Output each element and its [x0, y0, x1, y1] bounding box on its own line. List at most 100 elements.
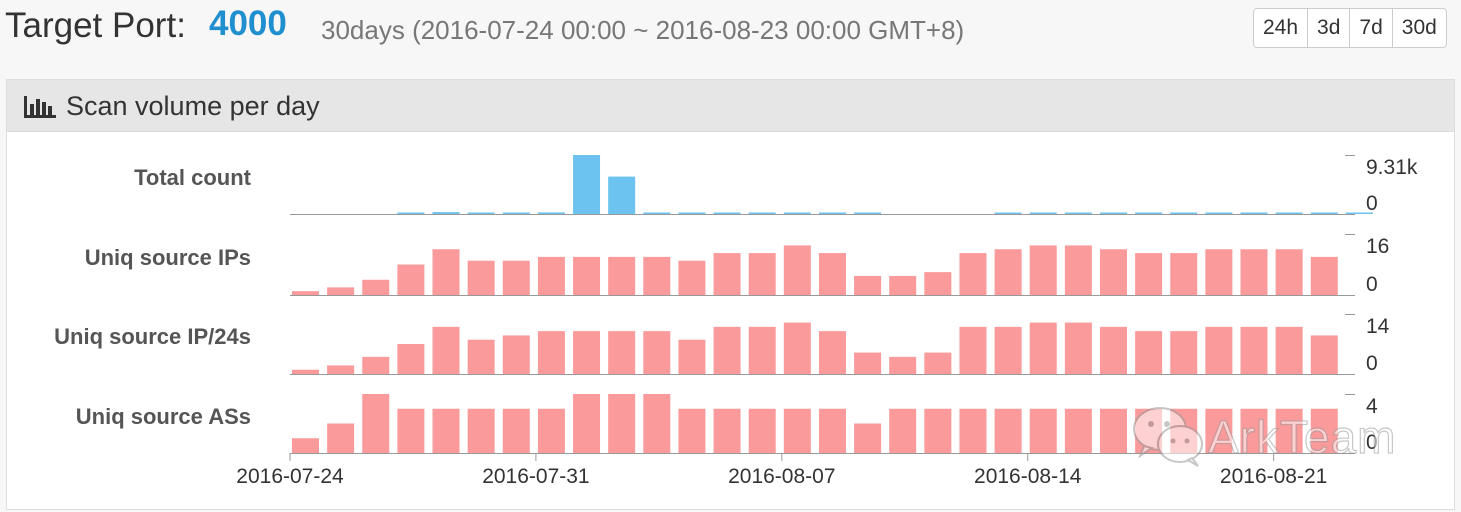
bar — [1029, 212, 1057, 214]
bar — [783, 212, 811, 214]
y-max-label: 14 — [1366, 315, 1390, 338]
bar — [643, 256, 671, 295]
bar — [362, 356, 390, 374]
bar — [1064, 245, 1092, 295]
bar — [608, 331, 636, 374]
bar — [678, 260, 706, 295]
bar — [1135, 212, 1163, 214]
bar — [783, 408, 811, 453]
bar — [467, 339, 495, 374]
bar — [573, 394, 601, 453]
bar — [292, 369, 319, 374]
bar — [748, 408, 776, 453]
bar — [608, 176, 636, 214]
watermark-text: ArkTeam — [1207, 410, 1397, 463]
bar — [748, 253, 776, 295]
series-label: Uniq source IPs — [85, 245, 251, 270]
bar — [292, 291, 319, 295]
bar — [467, 212, 495, 214]
bar — [889, 408, 917, 453]
bar — [432, 249, 460, 295]
bar — [467, 408, 495, 453]
series-label: Uniq source ASs — [76, 404, 251, 429]
bar — [959, 326, 987, 374]
bar — [889, 356, 917, 374]
bar — [959, 253, 987, 295]
bar — [397, 408, 425, 453]
bar — [432, 326, 460, 374]
y-max-label: 16 — [1366, 235, 1389, 258]
bar — [818, 331, 846, 374]
y-min-label: 0 — [1366, 273, 1378, 296]
bar — [924, 352, 952, 374]
bar — [713, 253, 741, 295]
bar — [678, 212, 706, 214]
bar — [397, 264, 425, 295]
bar — [1170, 212, 1198, 214]
x-tick-label: 2016-08-07 — [728, 465, 835, 488]
bar — [854, 275, 882, 295]
bar — [1205, 249, 1233, 295]
bar — [1170, 253, 1198, 295]
bar — [1099, 212, 1127, 214]
bar — [713, 326, 741, 374]
bar — [854, 352, 882, 374]
bar — [1099, 249, 1127, 295]
bar — [432, 212, 460, 214]
bar — [643, 394, 671, 453]
bar — [537, 212, 565, 214]
bar — [818, 212, 846, 214]
bar — [994, 326, 1022, 374]
bar — [1205, 212, 1233, 214]
watermark: ArkTeam — [1130, 402, 1430, 472]
bar — [1310, 335, 1338, 374]
bar — [713, 212, 741, 214]
bar — [1064, 322, 1092, 374]
x-tick-label: 2016-07-31 — [482, 465, 589, 488]
bar — [818, 253, 846, 295]
bar — [1240, 212, 1268, 214]
y-min-label: 0 — [1366, 192, 1378, 215]
bar — [748, 326, 776, 374]
bar — [327, 423, 355, 453]
bar — [573, 331, 601, 374]
bar — [1310, 212, 1338, 214]
bar — [1240, 249, 1268, 295]
bar — [1099, 326, 1127, 374]
bar — [502, 260, 530, 295]
bar — [1135, 331, 1163, 374]
bar — [924, 408, 952, 453]
bar — [1029, 408, 1057, 453]
bar — [1170, 331, 1198, 374]
bar — [537, 408, 565, 453]
bar — [678, 339, 706, 374]
bar — [959, 408, 987, 453]
bar — [573, 155, 601, 214]
bar — [854, 212, 882, 214]
bar — [1275, 212, 1303, 214]
bar — [924, 272, 952, 295]
bar — [783, 322, 811, 374]
bar — [362, 394, 390, 453]
bar — [994, 408, 1022, 453]
bar — [432, 408, 460, 453]
bar — [502, 212, 530, 214]
bar — [1275, 249, 1303, 295]
wechat-icon — [1133, 407, 1203, 467]
x-tick-label: 2016-07-24 — [236, 465, 344, 488]
bar — [643, 331, 671, 374]
series-label: Uniq source IP/24s — [54, 324, 251, 349]
bar — [1099, 408, 1127, 453]
bar — [1064, 408, 1092, 453]
bar — [1029, 322, 1057, 374]
y-min-label: 0 — [1366, 352, 1378, 375]
bar — [397, 344, 425, 374]
bar — [994, 249, 1022, 295]
bar — [1240, 326, 1268, 374]
bar — [994, 212, 1022, 214]
bar — [608, 256, 636, 295]
bar — [713, 408, 741, 453]
bar — [292, 438, 319, 453]
bar — [327, 287, 355, 295]
bar — [537, 331, 565, 374]
